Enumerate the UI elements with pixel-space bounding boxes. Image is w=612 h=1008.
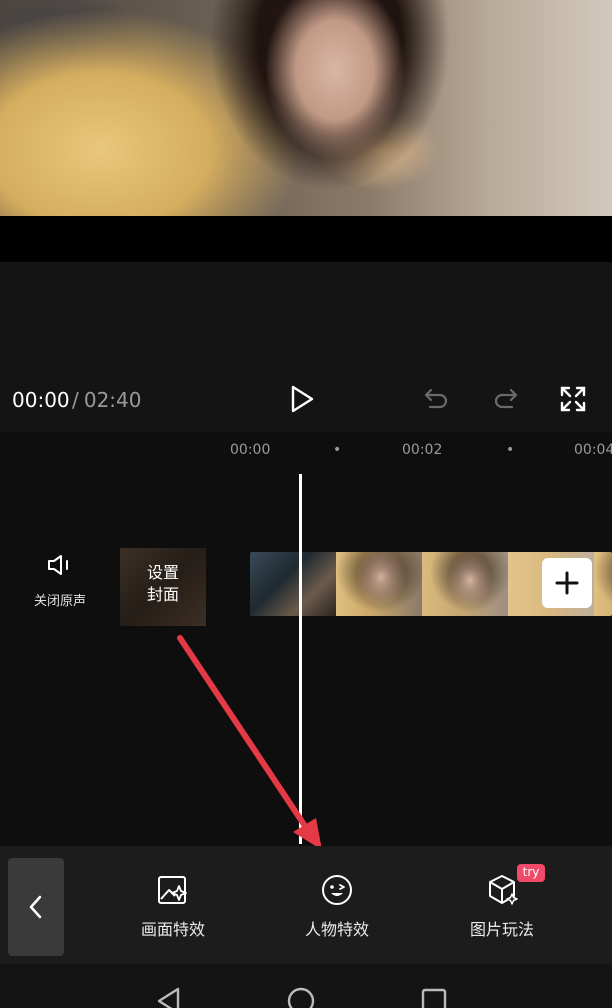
face-effect-icon: [282, 870, 392, 910]
image-play-label: 图片玩法: [469, 920, 534, 939]
character-effects-label: 人物特效: [304, 920, 369, 939]
character-effects-tool[interactable]: 人物特效: [282, 870, 392, 940]
image-effects-label: 画面特效: [140, 920, 205, 939]
try-badge: try: [517, 864, 545, 882]
chevron-left-icon: [29, 895, 42, 919]
nav-back-icon[interactable]: [154, 986, 184, 1008]
nav-home-icon[interactable]: [286, 986, 316, 1008]
nav-recents-icon[interactable]: [419, 986, 449, 1008]
back-button[interactable]: [8, 858, 64, 956]
image-effects-tool[interactable]: 画面特效: [118, 870, 228, 940]
system-navigation-bar: [0, 964, 612, 1008]
image-effect-icon: [118, 870, 228, 910]
